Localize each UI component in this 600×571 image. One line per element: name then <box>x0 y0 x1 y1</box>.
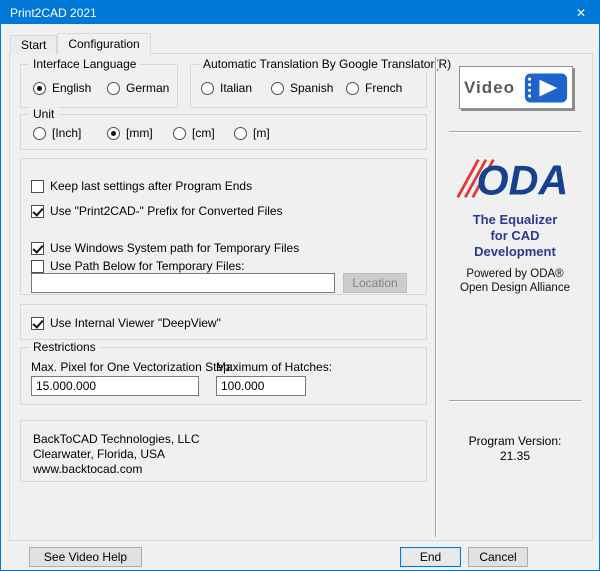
radio-spanish-label: Spanish <box>290 81 333 95</box>
restrictions-title: Restrictions <box>29 340 100 354</box>
oda-logo-text: ODA <box>477 157 569 203</box>
program-version-label: Program Version: <box>437 434 593 449</box>
radio-cm-control[interactable] <box>173 127 186 140</box>
checkbox-path-below-label: Use Path Below for Temporary Files: <box>50 259 245 273</box>
max-hatches-label: Maximum of Hatches: <box>216 360 332 374</box>
checkbox-keep-last-settings-control[interactable] <box>31 180 44 193</box>
max-pixel-input[interactable] <box>31 376 199 396</box>
checkbox-path-below[interactable]: Use Path Below for Temporary Files: <box>31 259 245 273</box>
end-button-label: End <box>420 550 441 564</box>
checkbox-internal-viewer-label: Use Internal Viewer "DeepView" <box>50 316 221 330</box>
oda-logo: ODA <box>437 154 593 206</box>
radio-inch[interactable]: [Inch] <box>33 126 81 140</box>
powered-line1: Powered by ODA® <box>437 267 593 281</box>
program-version-value: 21.35 <box>437 449 593 464</box>
location-button[interactable]: Location <box>343 273 407 293</box>
checkbox-prefix-control[interactable] <box>31 205 44 218</box>
unit-title: Unit <box>29 107 58 121</box>
radio-french[interactable]: French <box>346 81 402 95</box>
radio-spanish-control[interactable] <box>271 82 284 95</box>
location-button-label: Location <box>352 276 397 290</box>
max-pixel-label: Max. Pixel for One Vectorization Step: <box>31 360 233 374</box>
tab-configuration-label: Configuration <box>68 37 139 51</box>
tab-configuration[interactable]: Configuration <box>57 33 150 55</box>
radio-m-label: [m] <box>253 126 270 140</box>
panel-divider-bottom <box>449 400 581 402</box>
radio-italian-label: Italian <box>220 81 252 95</box>
checkbox-internal-viewer-control[interactable] <box>31 317 44 330</box>
see-video-help-label: See Video Help <box>44 550 127 564</box>
configuration-page: Interface Language English German Automa… <box>9 53 593 541</box>
radio-english-label: English <box>52 81 91 95</box>
auto-translation-title: Automatic Translation By Google Translat… <box>199 57 455 71</box>
radio-german[interactable]: German <box>107 81 169 95</box>
checkbox-path-below-control[interactable] <box>31 260 44 273</box>
video-button[interactable]: Video <box>459 66 573 109</box>
company-group: BackToCAD Technologies, LLC Clearwater, … <box>20 420 427 482</box>
video-play-icon <box>524 73 568 103</box>
end-button[interactable]: End <box>400 547 461 567</box>
interface-language-title: Interface Language <box>29 57 140 71</box>
settings-group: Keep last settings after Program Ends Us… <box>20 158 427 295</box>
checkbox-keep-last-settings-label: Keep last settings after Program Ends <box>50 179 252 193</box>
radio-mm[interactable]: [mm] <box>107 126 153 140</box>
checkbox-prefix[interactable]: Use "Print2CAD-" Prefix for Converted Fi… <box>31 204 283 218</box>
window-title: Print2CAD 2021 <box>1 6 97 20</box>
equalizer-line3: Development <box>437 244 593 260</box>
checkbox-prefix-label: Use "Print2CAD-" Prefix for Converted Fi… <box>50 204 283 218</box>
radio-m-control[interactable] <box>234 127 247 140</box>
see-video-help-button[interactable]: See Video Help <box>29 547 142 567</box>
oda-logo-icon: ODA <box>454 154 576 203</box>
company-name: BackToCAD Technologies, LLC <box>33 432 426 447</box>
radio-inch-label: [Inch] <box>52 126 81 140</box>
radio-inch-control[interactable] <box>33 127 46 140</box>
cancel-button-label: Cancel <box>479 550 516 564</box>
equalizer-tagline: The Equalizer for CAD Development <box>437 212 593 260</box>
checkbox-system-path-control[interactable] <box>31 242 44 255</box>
powered-line2: Open Design Alliance <box>437 281 593 295</box>
radio-spanish[interactable]: Spanish <box>271 81 333 95</box>
equalizer-line2: for CAD <box>437 228 593 244</box>
radio-italian[interactable]: Italian <box>201 81 252 95</box>
unit-group: Unit [Inch] [mm] [cm] [m] <box>20 114 427 150</box>
checkbox-system-path-label: Use Windows System path for Temporary Fi… <box>50 241 299 255</box>
panel-divider-top <box>449 131 581 133</box>
radio-english-control[interactable] <box>33 82 46 95</box>
radio-italian-control[interactable] <box>201 82 214 95</box>
equalizer-line1: The Equalizer <box>437 212 593 228</box>
temporary-path-input[interactable] <box>31 273 335 293</box>
checkbox-keep-last-settings[interactable]: Keep last settings after Program Ends <box>31 179 252 193</box>
radio-english[interactable]: English <box>33 81 91 95</box>
tab-start[interactable]: Start <box>10 35 57 54</box>
company-location: Clearwater, Florida, USA <box>33 447 426 462</box>
radio-m[interactable]: [m] <box>234 126 270 140</box>
max-hatches-input[interactable] <box>216 376 306 396</box>
cancel-button[interactable]: Cancel <box>468 547 528 567</box>
video-button-label: Video <box>464 78 515 98</box>
auto-translation-group: Automatic Translation By Google Translat… <box>190 64 427 108</box>
radio-mm-control[interactable] <box>107 127 120 140</box>
program-version: Program Version: 21.35 <box>437 434 593 464</box>
powered-by-text: Powered by ODA® Open Design Alliance <box>437 267 593 295</box>
radio-french-control[interactable] <box>346 82 359 95</box>
viewer-group: Use Internal Viewer "DeepView" <box>20 304 427 340</box>
interface-language-group: Interface Language English German <box>20 64 178 108</box>
restrictions-group: Restrictions Max. Pixel for One Vectoriz… <box>20 347 427 405</box>
title-bar: Print2CAD 2021 ✕ <box>1 1 599 24</box>
radio-german-control[interactable] <box>107 82 120 95</box>
company-website: www.backtocad.com <box>33 462 426 477</box>
radio-cm-label: [cm] <box>192 126 215 140</box>
tab-strip: Start Configuration <box>10 32 151 54</box>
radio-cm[interactable]: [cm] <box>173 126 215 140</box>
right-panel: Video ODA <box>437 54 593 540</box>
radio-mm-label: [mm] <box>126 126 153 140</box>
checkbox-internal-viewer[interactable]: Use Internal Viewer "DeepView" <box>31 316 221 330</box>
radio-french-label: French <box>365 81 402 95</box>
close-icon[interactable]: ✕ <box>563 1 599 24</box>
print2cad-dialog: Print2CAD 2021 ✕ Start Configuration Int… <box>0 0 600 571</box>
tab-start-label: Start <box>21 38 46 52</box>
radio-german-label: German <box>126 81 169 95</box>
checkbox-system-path[interactable]: Use Windows System path for Temporary Fi… <box>31 241 299 255</box>
